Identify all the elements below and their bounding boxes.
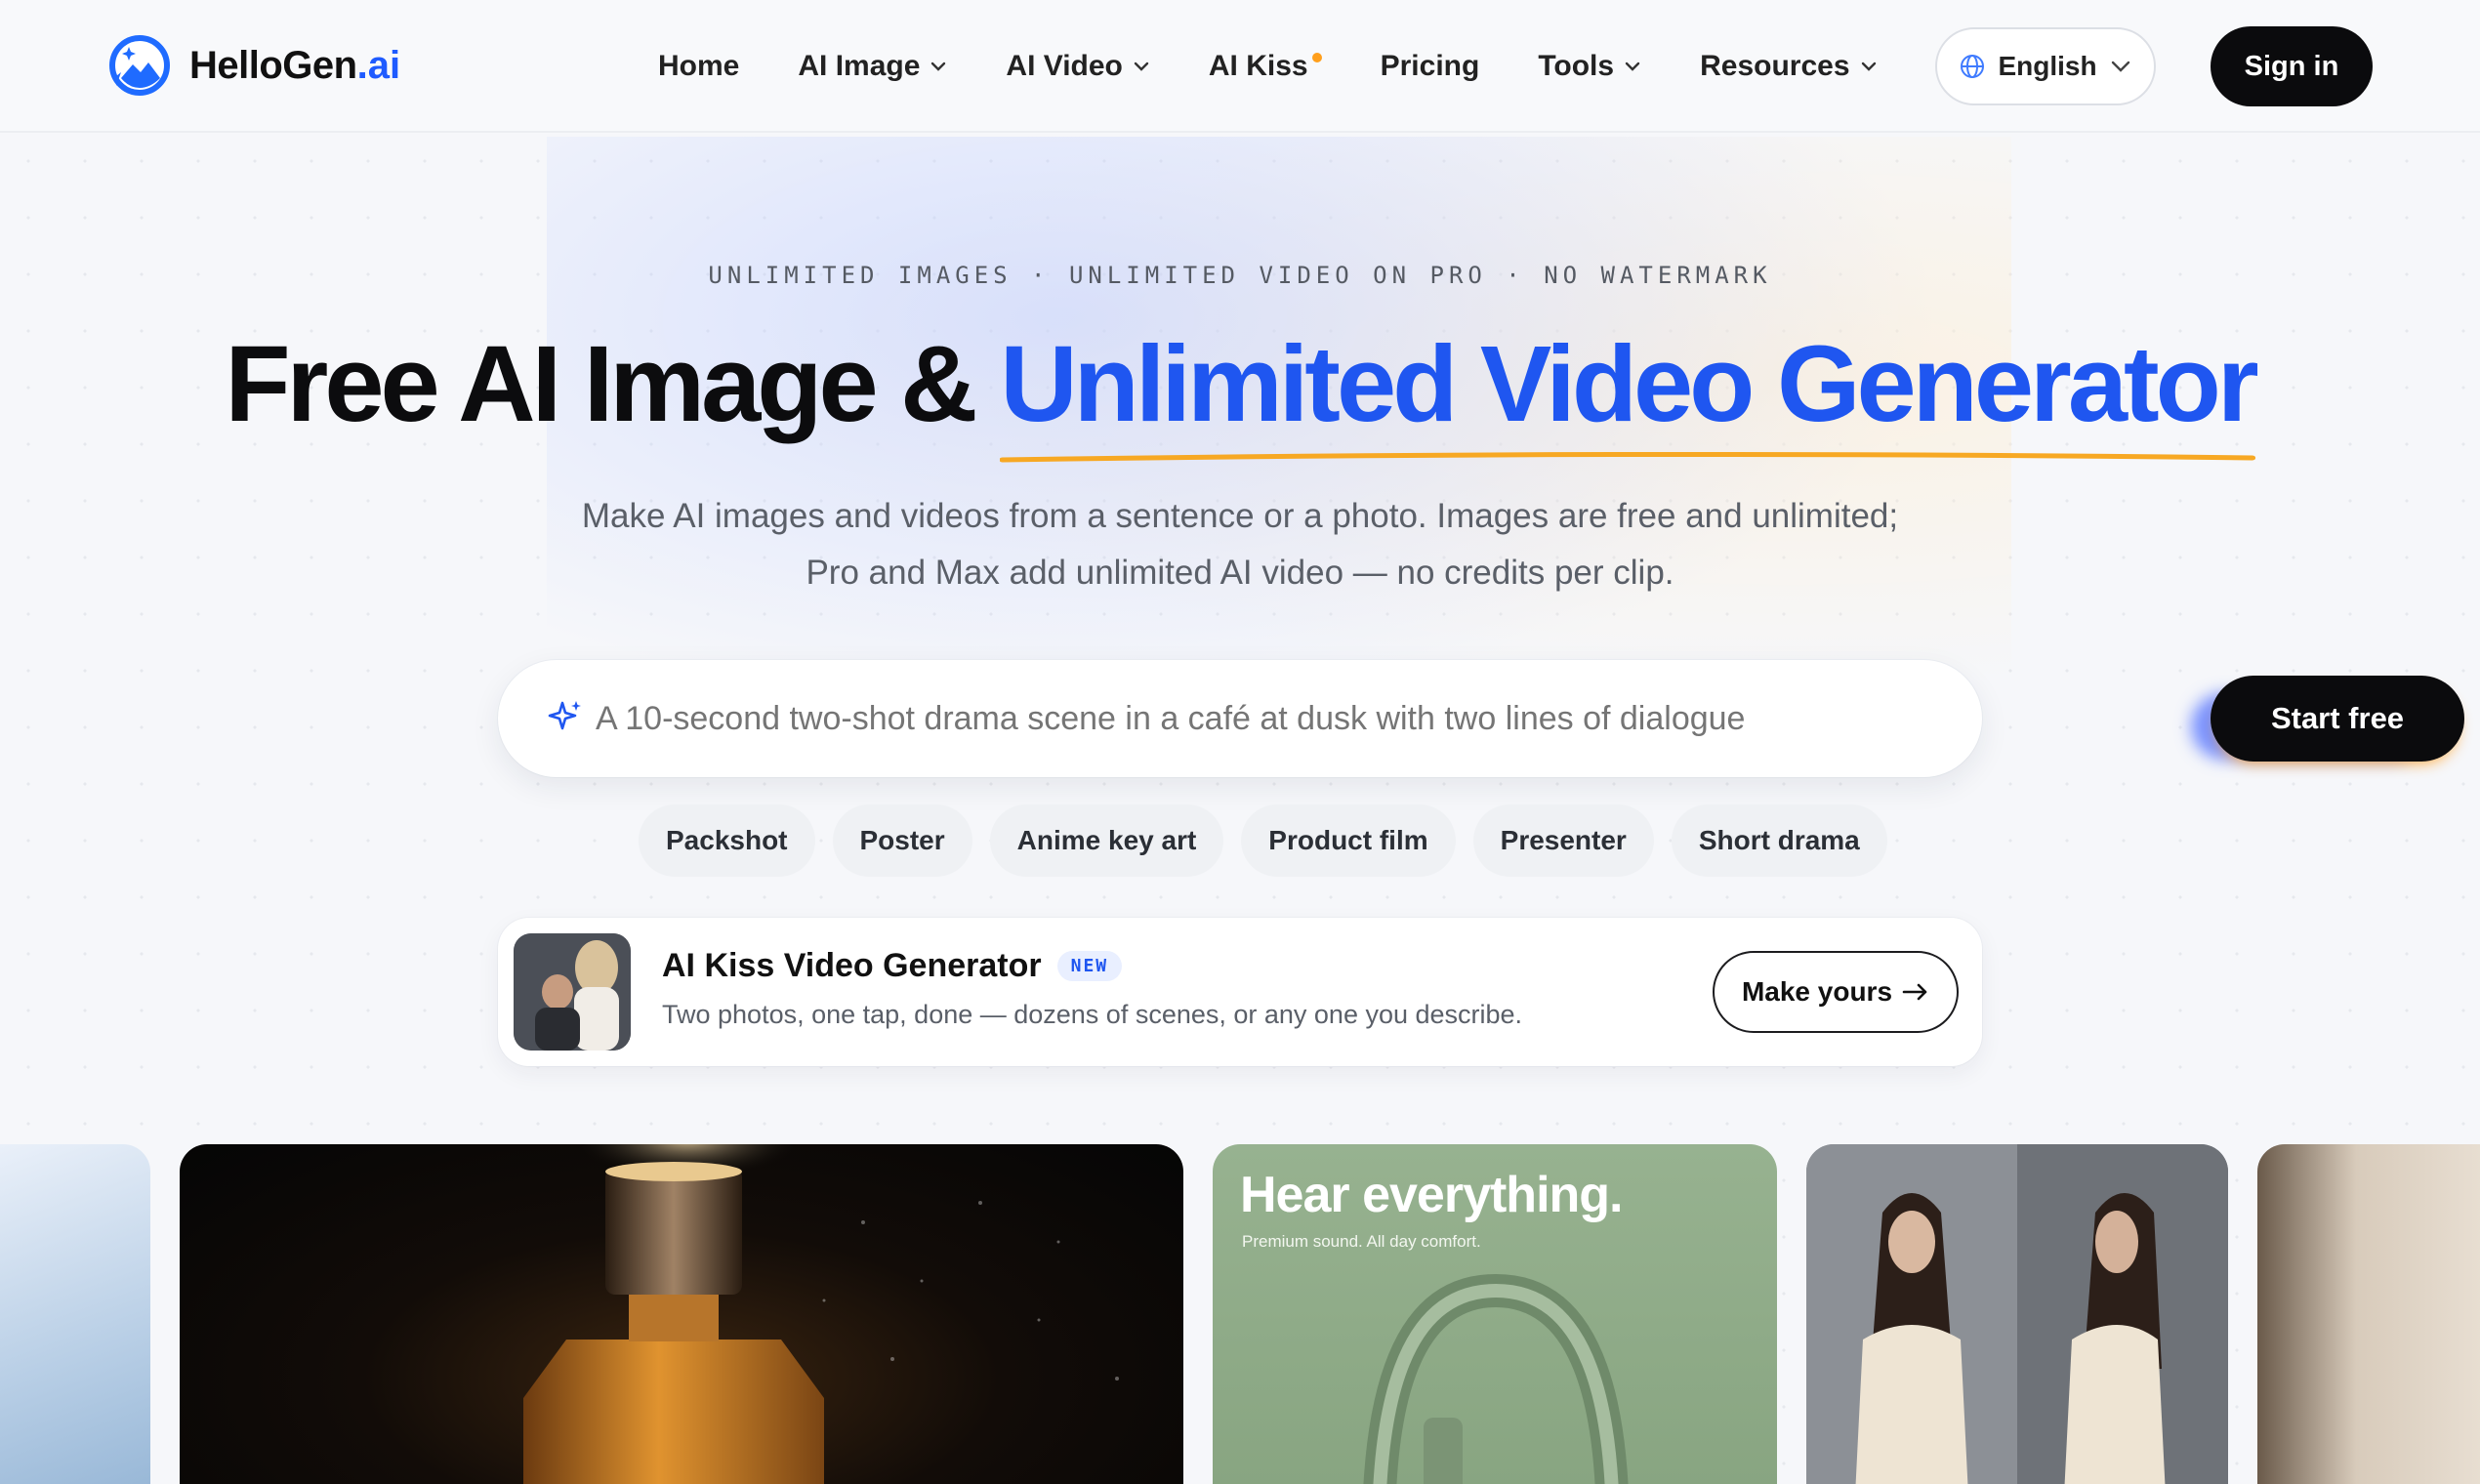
hero-title-plain: Free AI Image & <box>225 324 1001 444</box>
preset-chips: Packshot Poster Anime key art Product fi… <box>639 804 1887 877</box>
nav-item-label: AI Image <box>798 50 921 82</box>
nav-item-ai-kiss[interactable]: AI Kiss <box>1209 50 1322 83</box>
site-header: HelloGen.ai Home AI Image AI Video AI Ki… <box>0 0 2480 133</box>
nav-item-label: Resources <box>1700 50 1850 82</box>
gallery-tile-headphones[interactable]: Hear everything. Premium sound. All day … <box>1213 1144 1777 1484</box>
gallery-tile-presenter[interactable] <box>1806 1144 2228 1484</box>
brand-name: HelloGen <box>189 43 357 87</box>
chip-short-drama[interactable]: Short drama <box>1671 804 1887 877</box>
language-label: English <box>1998 51 2097 81</box>
chevron-down-icon <box>1625 62 1640 71</box>
hellogen-logo-icon <box>109 35 170 96</box>
showcase-gallery: Hear everything. Premium sound. All day … <box>0 1144 2480 1484</box>
ai-kiss-promo-card[interactable]: AI Kiss Video Generator NEW Two photos, … <box>498 918 1982 1066</box>
woman-presenter-image <box>1806 1144 2228 1484</box>
perfume-bottle-image <box>523 1144 1119 1484</box>
promo-description: Two photos, one tap, done — dozens of sc… <box>662 1000 1523 1029</box>
nav-item-label: AI Kiss <box>1208 50 1308 82</box>
make-yours-button[interactable]: Make yours <box>1713 951 1959 1033</box>
gallery-tile-sky[interactable] <box>0 1144 150 1484</box>
nav-item-tools[interactable]: Tools <box>1538 50 1641 83</box>
prompt-input[interactable] <box>596 687 2197 750</box>
hero-title-accent-text: Unlimited Video Generator <box>1000 324 2258 444</box>
sparkle-icon <box>548 701 581 730</box>
nav-item-label: Pricing <box>1380 50 1480 82</box>
nav-item-label: Home <box>658 50 740 82</box>
promo-title-text: AI Kiss Video Generator <box>662 947 1042 984</box>
new-dot-icon <box>1311 53 1322 62</box>
arrow-right-icon <box>1902 983 1927 1001</box>
chevron-down-icon <box>2111 61 2129 72</box>
couple-thumbnail-image <box>514 933 631 1051</box>
sign-in-button[interactable]: Sign in <box>2211 26 2373 106</box>
chip-poster[interactable]: Poster <box>832 804 972 877</box>
language-selector[interactable]: English <box>1935 27 2156 105</box>
headphones-image <box>1363 1273 1629 1484</box>
promo-thumbnail <box>514 933 631 1051</box>
chevron-down-icon <box>931 62 946 71</box>
nav-item-pricing[interactable]: Pricing <box>1381 50 1480 83</box>
gallery-tile-interior[interactable] <box>2257 1144 2480 1484</box>
hero-subtitle-line: Pro and Max add unlimited AI video — no … <box>806 554 1674 592</box>
brand-tld: .ai <box>356 43 401 87</box>
hero-subtitle: Make AI images and videos from a sentenc… <box>439 488 2041 601</box>
nav-item-label: Tools <box>1538 50 1615 82</box>
start-free-button[interactable]: Start free <box>2211 676 2464 762</box>
hero-title: Free AI Image & Unlimited Video Generato… <box>0 322 2480 463</box>
new-badge: NEW <box>1056 951 1123 981</box>
chip-anime-key-art[interactable]: Anime key art <box>989 804 1224 877</box>
chevron-down-icon <box>1861 62 1876 71</box>
hero-title-accent: Unlimited Video Generator <box>1000 322 2259 463</box>
nav-item-ai-image[interactable]: AI Image <box>798 50 947 83</box>
main-nav: Home AI Image AI Video AI Kiss Pricing T… <box>658 41 1936 92</box>
hero-subtitle-line: Make AI images and videos from a sentenc… <box>581 497 1899 535</box>
gallery-tile-perfume[interactable] <box>180 1144 1183 1484</box>
nav-item-home[interactable]: Home <box>658 50 739 83</box>
promo-title: AI Kiss Video Generator NEW <box>662 947 1123 985</box>
nav-item-ai-video[interactable]: AI Video <box>1006 50 1149 83</box>
nav-item-resources[interactable]: Resources <box>1700 50 1877 83</box>
globe-icon <box>1961 55 1985 78</box>
chip-presenter[interactable]: Presenter <box>1472 804 1654 877</box>
chip-product-film[interactable]: Product film <box>1241 804 1456 877</box>
prompt-input-wrapper <box>596 687 2197 750</box>
hero-eyebrow: UNLIMITED IMAGES · UNLIMITED VIDEO ON PR… <box>708 262 1772 289</box>
chip-packshot[interactable]: Packshot <box>639 804 815 877</box>
brand-logo[interactable]: HelloGen.ai <box>107 33 400 98</box>
make-yours-label: Make yours <box>1741 976 1893 1007</box>
chevron-down-icon <box>1134 62 1149 71</box>
prompt-bar: Start free <box>498 660 2464 777</box>
title-underline <box>1000 451 2255 463</box>
nav-item-label: AI Video <box>1006 50 1123 82</box>
